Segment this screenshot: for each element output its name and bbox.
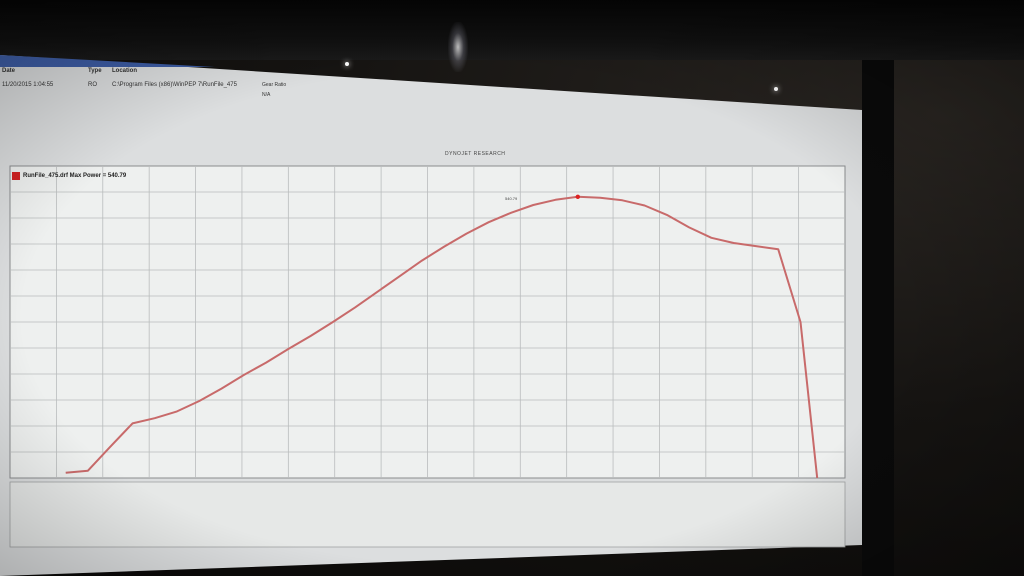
legend-swatch-icon [12,172,20,180]
gear-ratio-header: Gear Ratio [262,82,287,88]
table-header-location: Location [112,68,137,74]
legend-label: RunFile_475.drf Max Power = 540.79 [23,173,127,179]
chart-legend: RunFile_475.drf Max Power = 540.79 [12,172,126,180]
chart-heading: DYNOJET RESEARCH [445,151,506,157]
table-cell-type[interactable]: RO [88,82,97,88]
light-reflection [448,22,468,72]
monitor-bezel-right [862,60,894,576]
chart-grid [9,165,846,479]
dyno-chart [9,165,846,548]
peak-point-marker[interactable] [575,194,580,199]
run-info-table: Date Type Location 11/20/2015 1:04:55 RO… [0,66,300,102]
peak-value-label: 540.79 [505,196,518,201]
light-glint [345,62,349,66]
table-header-date: Date [2,68,16,74]
secondary-plot-area [9,481,846,548]
table-cell-location[interactable]: C:\Program Files (x86)\WinPEP 7\RunFile_… [112,82,237,88]
table-header-type: Type [88,68,102,74]
light-glint [774,87,778,91]
table-cell-date[interactable]: 11/20/2015 1:04:55 [2,82,53,88]
gear-ratio-value: N/A [262,92,271,98]
monitor-bezel-top [0,0,1024,60]
